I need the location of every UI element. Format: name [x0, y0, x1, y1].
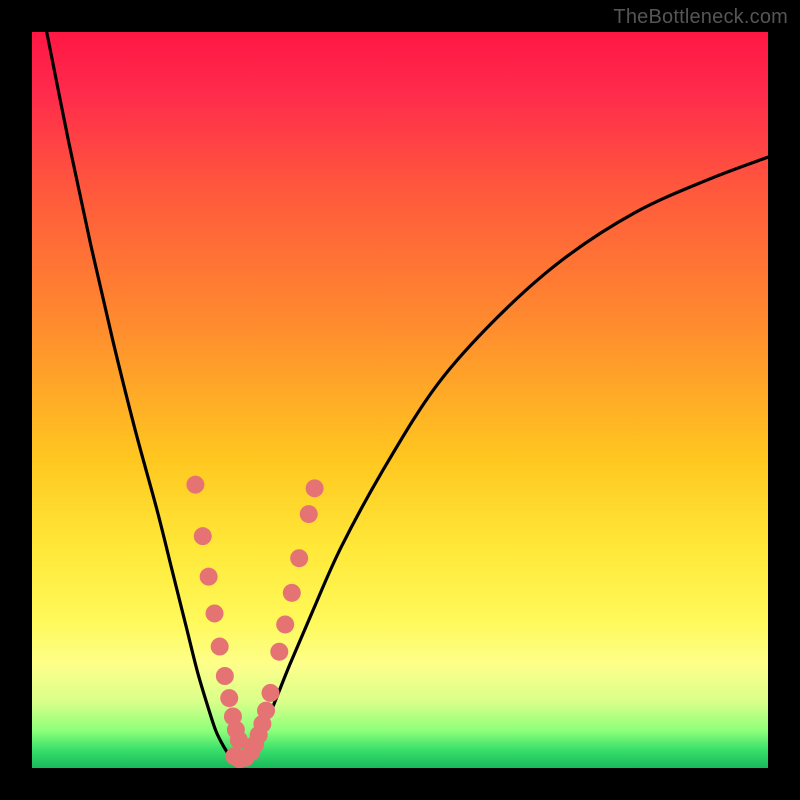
data-marker: [300, 505, 318, 523]
data-marker: [216, 667, 234, 685]
data-marker: [306, 479, 324, 497]
data-marker: [200, 568, 218, 586]
data-marker: [194, 527, 212, 545]
data-marker: [206, 604, 224, 622]
data-marker: [283, 584, 301, 602]
data-marker: [211, 638, 229, 656]
chart-frame: TheBottleneck.com: [0, 0, 800, 800]
data-marker: [290, 549, 308, 567]
bottleneck-chart: [32, 32, 768, 768]
watermark-text: TheBottleneck.com: [613, 6, 788, 29]
data-marker: [186, 476, 204, 494]
data-marker: [276, 615, 294, 633]
data-marker: [270, 643, 288, 661]
gradient-background: [32, 32, 768, 768]
data-marker: [261, 684, 279, 702]
data-marker: [220, 689, 238, 707]
data-marker: [257, 702, 275, 720]
